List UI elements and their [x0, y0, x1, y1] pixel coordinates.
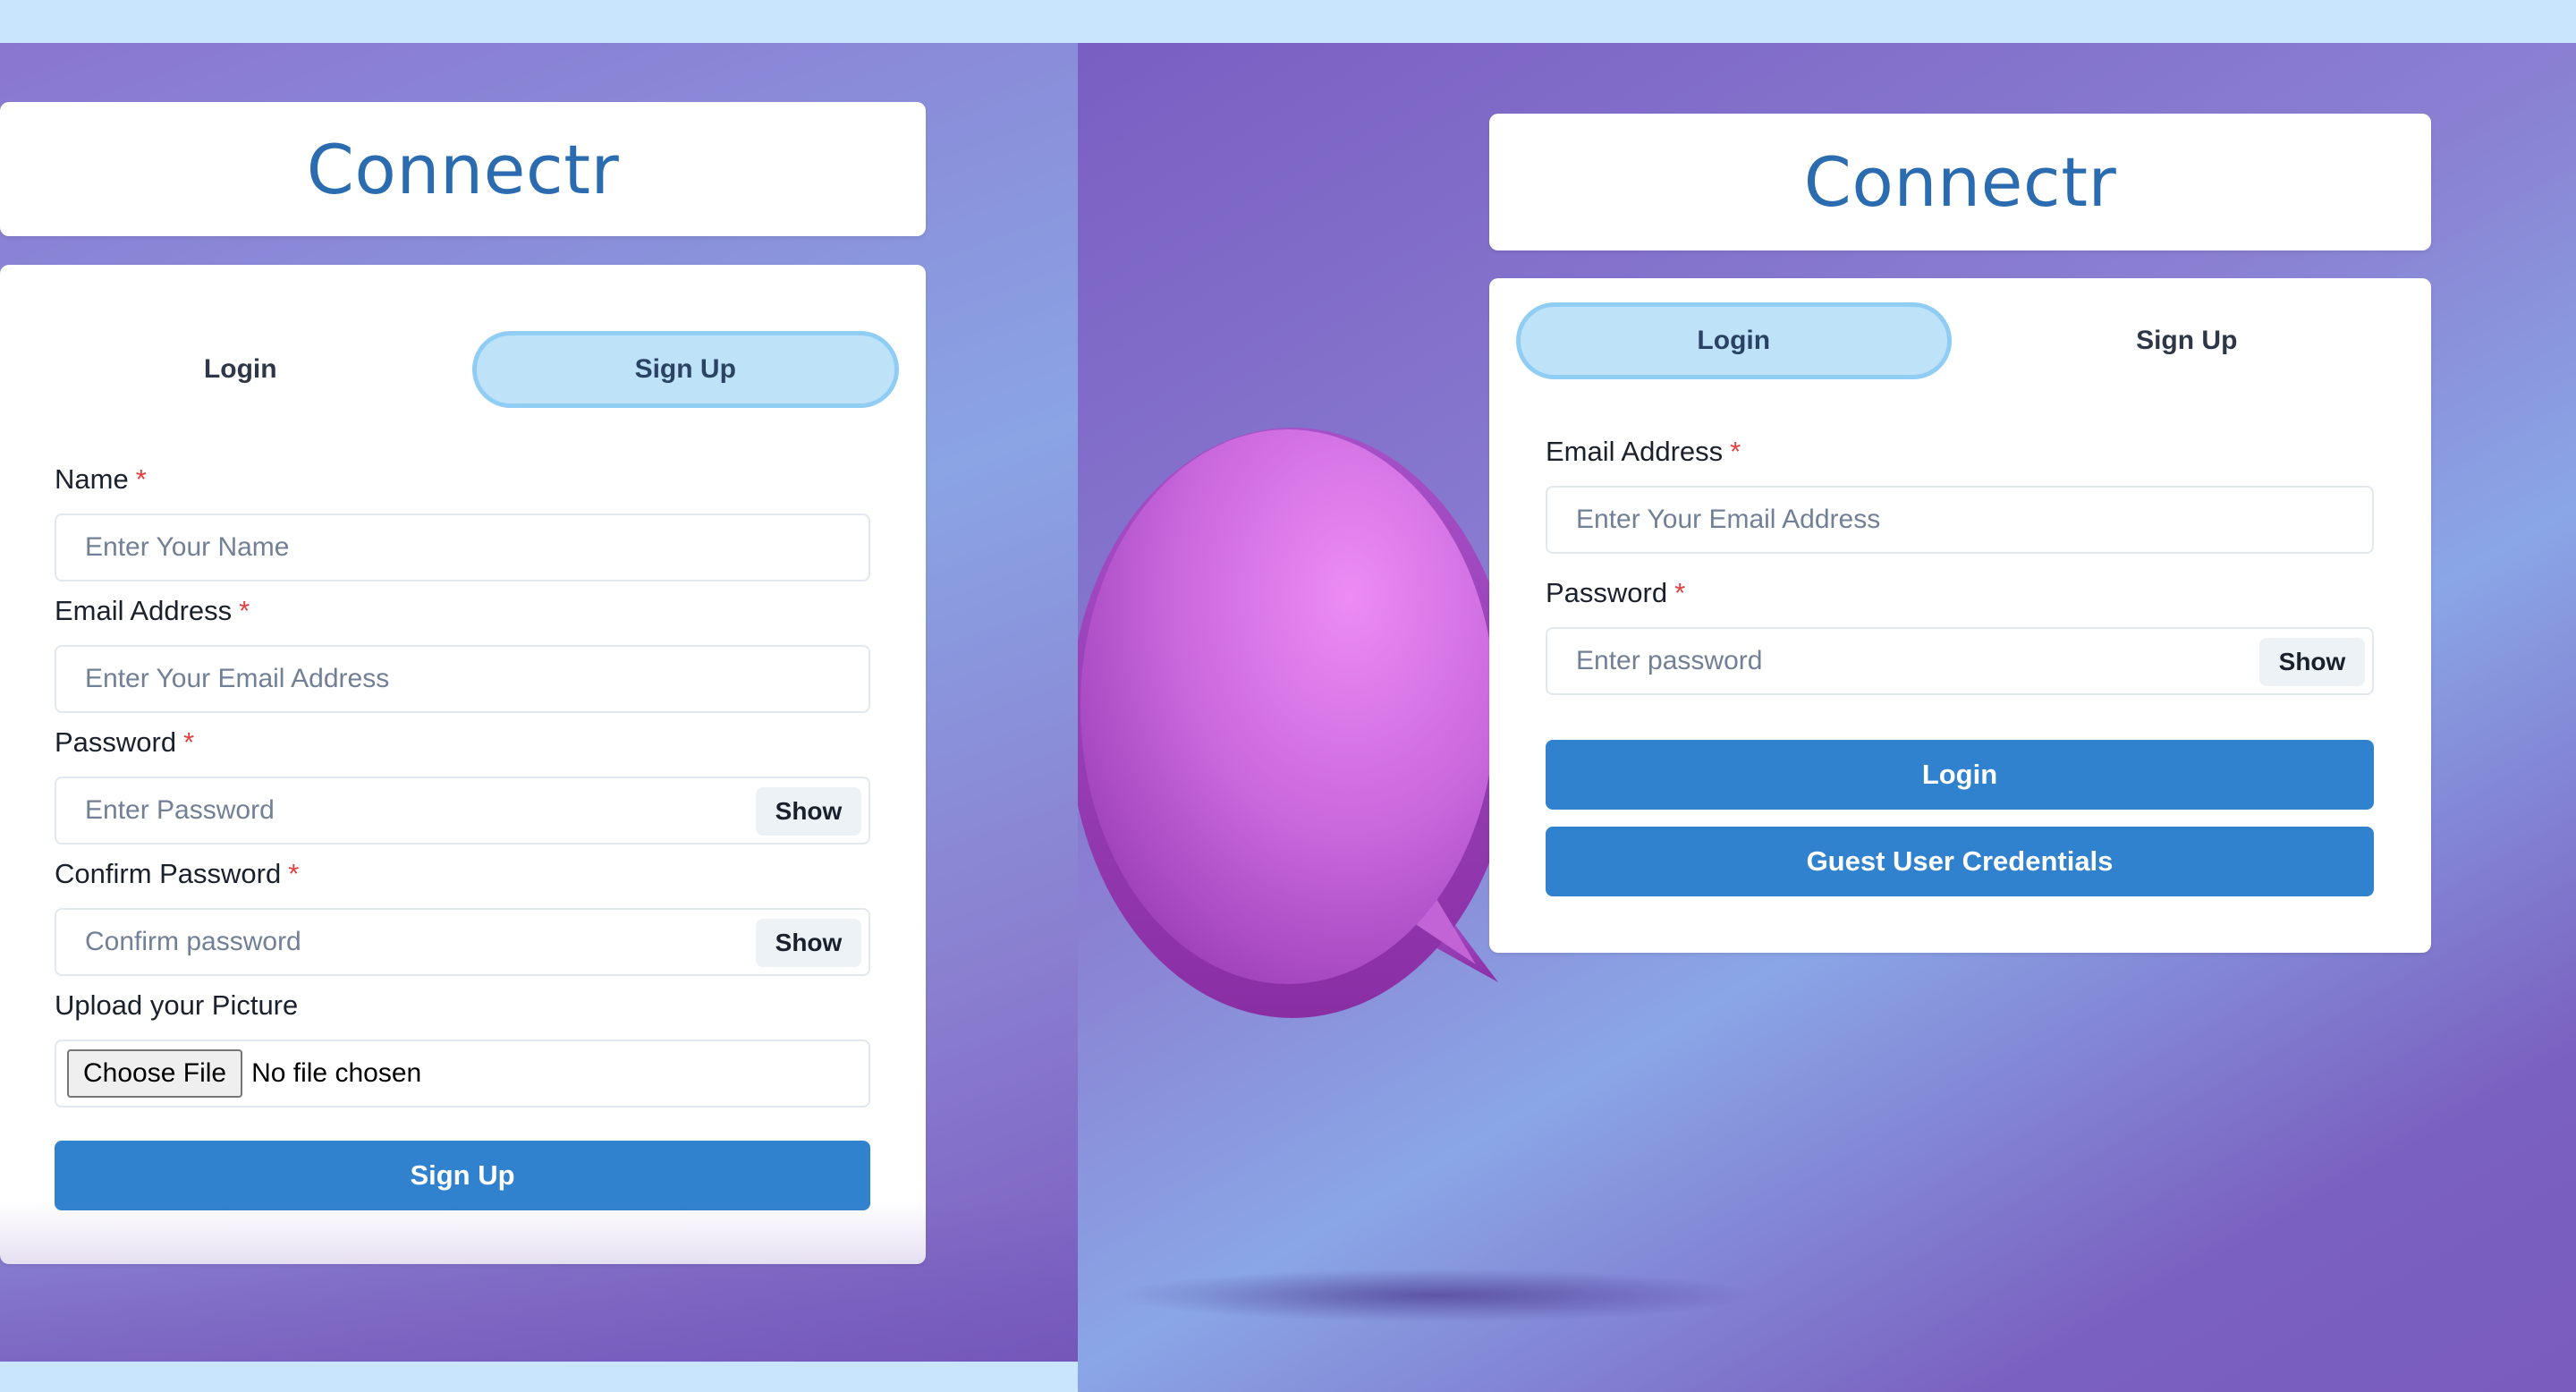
email-input[interactable]: Enter Your Email Address	[1546, 486, 2374, 554]
required-marker: *	[288, 858, 300, 889]
app-title-card: Connectr	[1489, 114, 2431, 250]
password-show-button[interactable]: Show	[756, 787, 861, 836]
signup-screen: Connectr Login Sign Up Name * Enter Your …	[0, 43, 1078, 1362]
password-placeholder: Enter password	[1576, 646, 1763, 675]
tab-login[interactable]: Login	[27, 331, 454, 408]
email-placeholder: Enter Your Email Address	[1576, 505, 1881, 534]
name-input[interactable]: Enter Your Name	[55, 514, 870, 581]
app-title-card: Connectr	[0, 102, 926, 236]
signup-submit-button[interactable]: Sign Up	[55, 1141, 870, 1210]
signup-form-card: Login Sign Up Name * Enter Your Name Emai…	[0, 265, 926, 1264]
picture-upload-field: Choose File No file chosen	[55, 1040, 870, 1108]
confirm-password-show-button[interactable]: Show	[756, 919, 861, 967]
login-screen: Connectr Login Sign Up Email Address * En…	[1078, 43, 2576, 1392]
required-marker: *	[1674, 577, 1686, 608]
required-marker: *	[239, 595, 250, 626]
password-input[interactable]: Enter password Show	[1546, 627, 2374, 695]
password-placeholder: Enter Password	[85, 795, 275, 825]
tab-signup[interactable]: Sign Up	[1970, 302, 2405, 379]
email-label: Email Address *	[55, 595, 250, 626]
password-input[interactable]: Enter Password Show	[55, 777, 870, 845]
chat-bubble-icon	[1078, 428, 1516, 1018]
email-label: Email Address *	[1546, 436, 1741, 467]
email-placeholder: Enter Your Email Address	[85, 664, 390, 693]
tab-signup[interactable]: Sign Up	[471, 331, 899, 408]
auth-tabs: Login Sign Up	[1516, 302, 2404, 379]
confirm-password-label: Confirm Password *	[55, 858, 300, 889]
guest-credentials-button[interactable]: Guest User Credentials	[1546, 827, 2374, 896]
choose-file-button[interactable]: Choose File	[67, 1049, 243, 1098]
bubble-shadow	[1114, 1269, 1758, 1322]
auth-tabs: Login Sign Up	[27, 331, 899, 408]
upload-label: Upload your Picture	[55, 989, 299, 1021]
app-title: Connectr	[1803, 142, 2117, 222]
confirm-password-input[interactable]: Confirm password Show	[55, 908, 870, 976]
name-label: Name *	[55, 463, 147, 495]
name-placeholder: Enter Your Name	[85, 532, 290, 562]
login-button[interactable]: Login	[1546, 740, 2374, 810]
file-status: No file chosen	[251, 1058, 422, 1088]
app-title: Connectr	[306, 129, 620, 209]
required-marker: *	[183, 726, 195, 758]
required-marker: *	[135, 463, 147, 495]
password-show-button[interactable]: Show	[2259, 638, 2365, 686]
password-label: Password *	[1546, 577, 1686, 608]
password-label: Password *	[55, 726, 195, 758]
tab-login[interactable]: Login	[1516, 302, 1952, 379]
confirm-password-placeholder: Confirm password	[85, 927, 301, 956]
login-form-card: Login Sign Up Email Address * Enter Your …	[1489, 278, 2431, 953]
required-marker: *	[1730, 436, 1741, 467]
email-input[interactable]: Enter Your Email Address	[55, 645, 870, 713]
